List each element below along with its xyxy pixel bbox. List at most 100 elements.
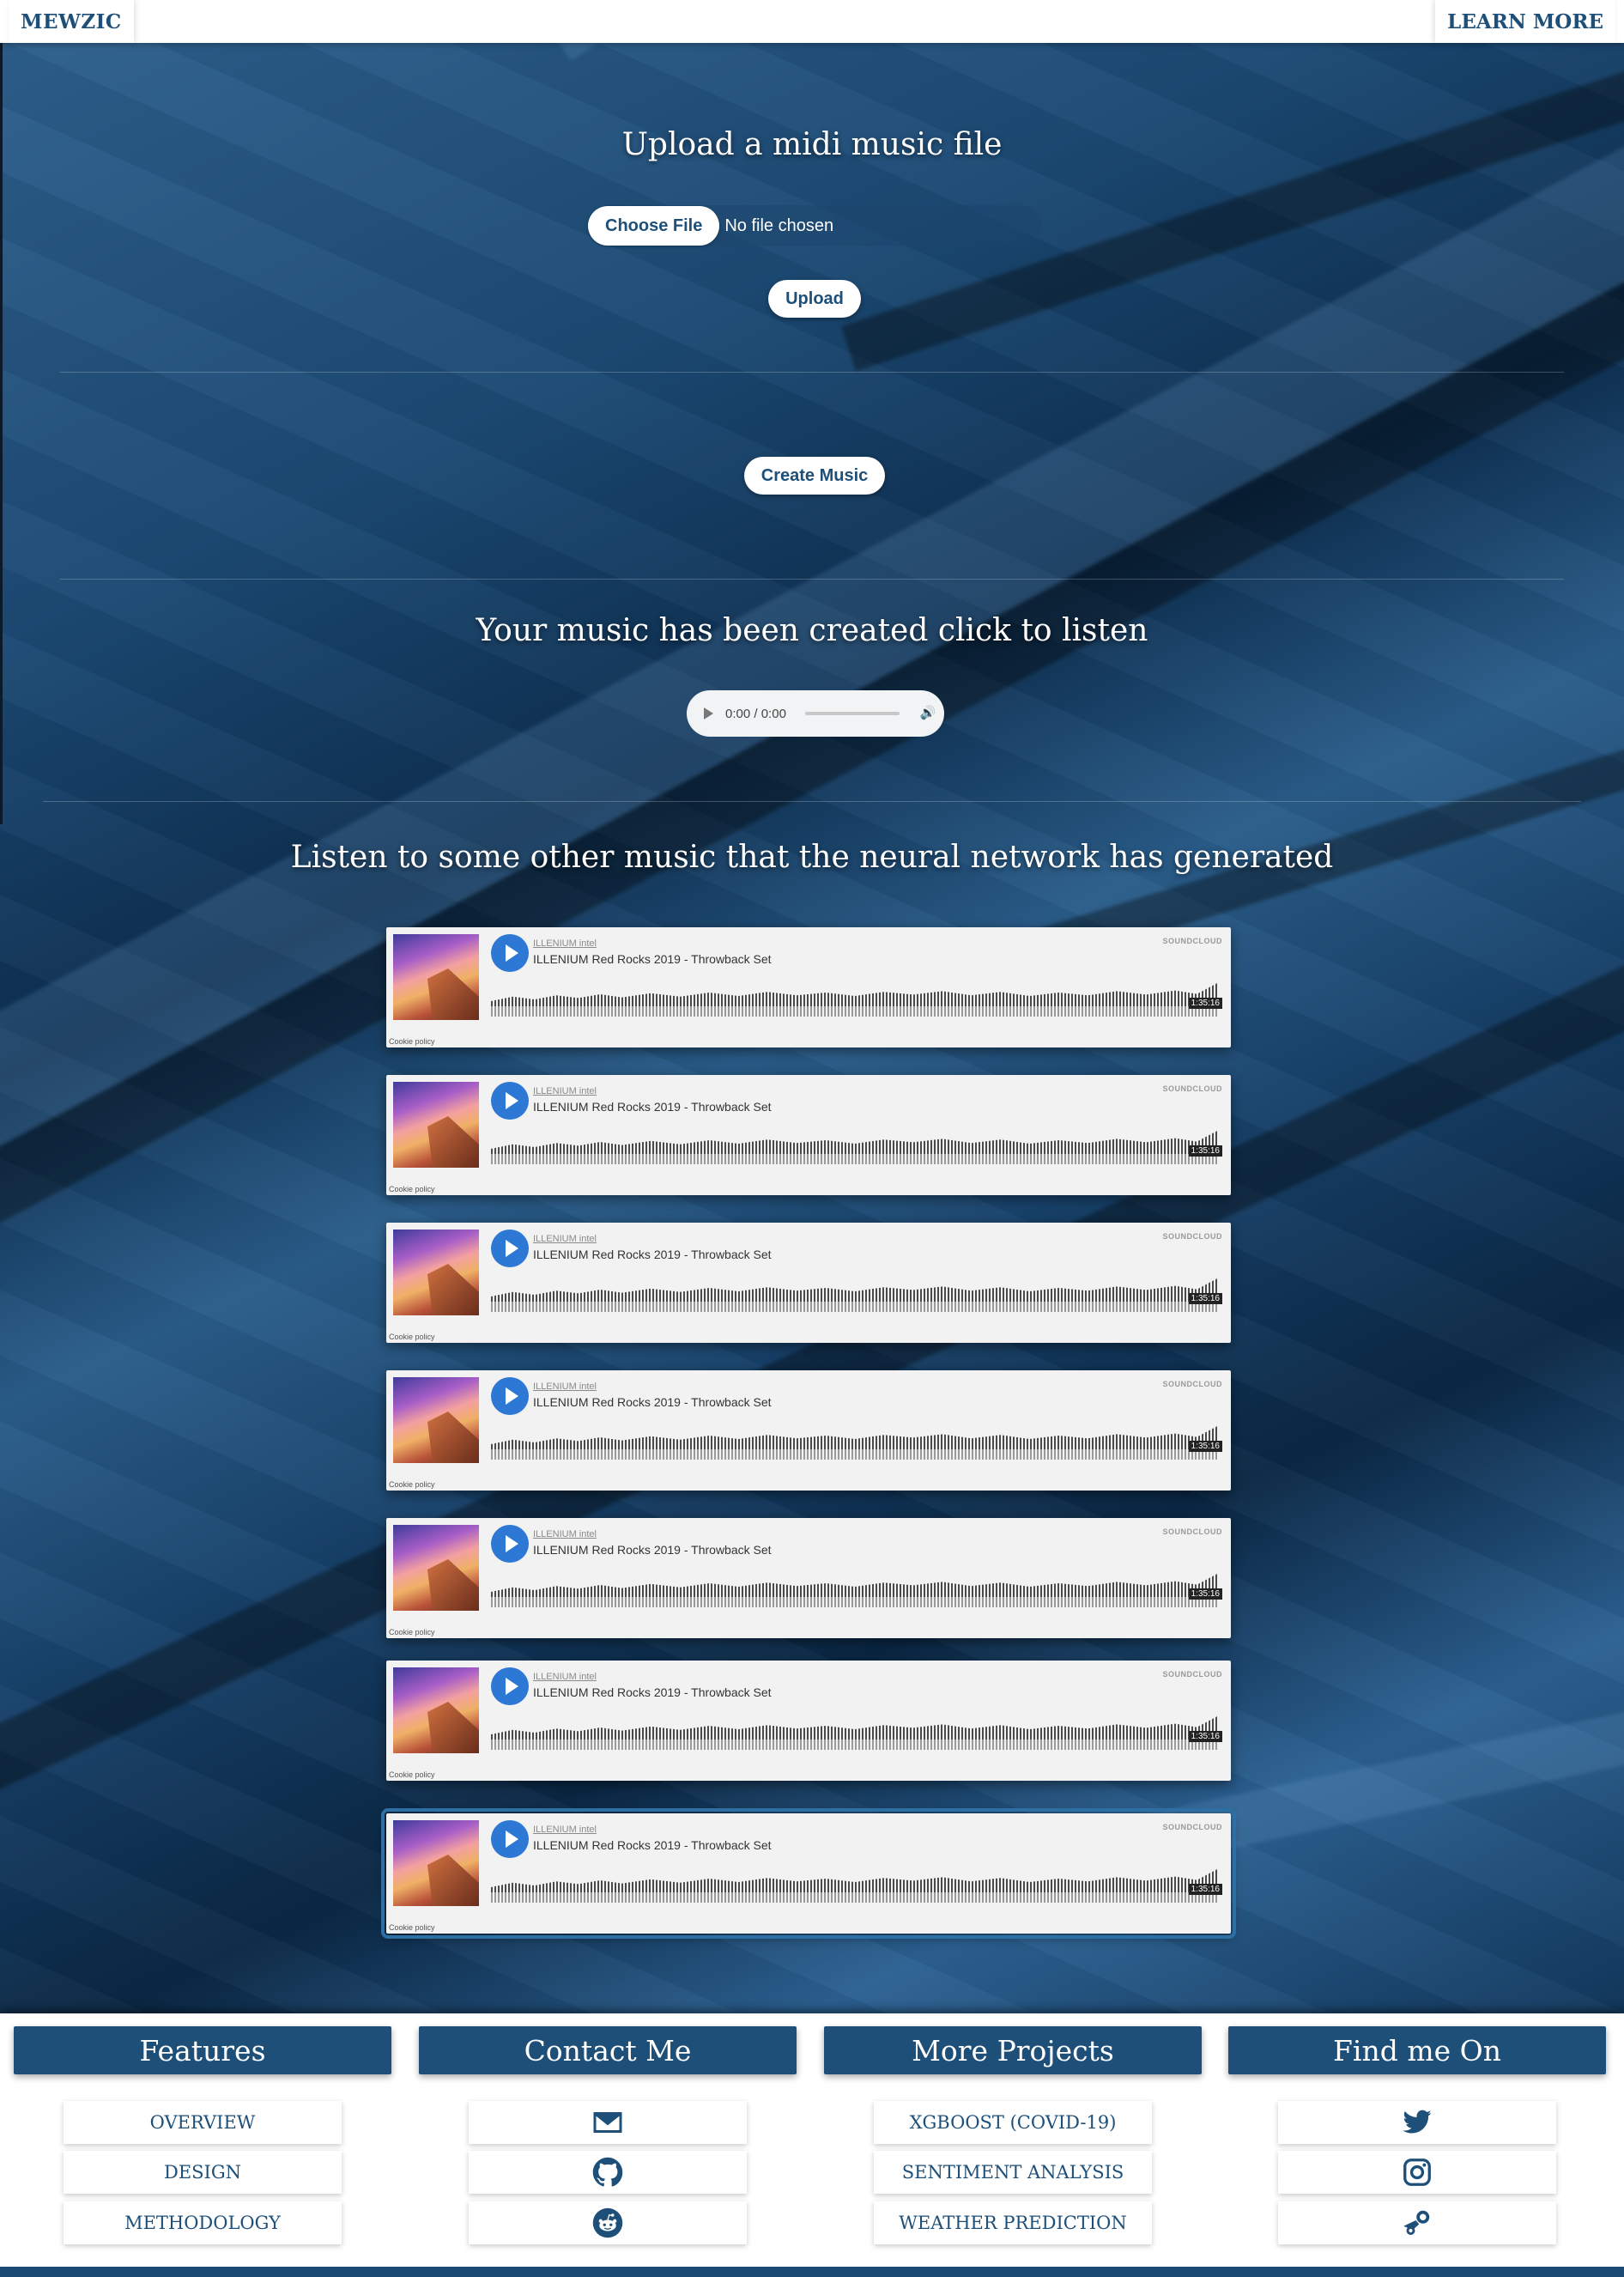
contact-heading: Contact Me <box>419 2026 797 2074</box>
social-steam[interactable] <box>1278 2201 1556 2244</box>
play-button[interactable] <box>491 1230 529 1267</box>
waveform[interactable] <box>491 982 1219 1017</box>
cookie-policy-link[interactable]: Cookie policy <box>389 1480 435 1489</box>
section-divider <box>60 372 1564 373</box>
track-title[interactable]: ILLENIUM Red Rocks 2019 - Throwback Set <box>533 1685 772 1699</box>
upload-heading: Upload a midi music file <box>621 127 1003 162</box>
contact-reddit[interactable] <box>469 2201 747 2244</box>
file-input[interactable]: Choose File No file chosen <box>587 205 1042 246</box>
track-artist-link[interactable]: ILLENIUM intel <box>533 1234 597 1244</box>
track-artist-link[interactable]: ILLENIUM intel <box>533 1825 597 1835</box>
soundcloud-logo[interactable]: SOUNDCLOUD <box>1163 1823 1223 1831</box>
track-title[interactable]: ILLENIUM Red Rocks 2019 - Throwback Set <box>533 1100 772 1114</box>
track-artist-link[interactable]: ILLENIUM intel <box>533 1086 597 1096</box>
soundcloud-logo[interactable]: SOUNDCLOUD <box>1163 1232 1223 1241</box>
soundcloud-logo[interactable]: SOUNDCLOUD <box>1163 937 1223 945</box>
track-artwork[interactable] <box>393 1082 479 1168</box>
soundcloud-player[interactable]: ILLENIUM intel ILLENIUM Red Rocks 2019 - … <box>386 1661 1231 1781</box>
track-artwork[interactable] <box>393 1820 479 1906</box>
waveform[interactable] <box>491 1573 1219 1607</box>
cookie-policy-link[interactable]: Cookie policy <box>389 1923 435 1932</box>
upload-button[interactable]: Upload <box>768 280 861 318</box>
brand-logo[interactable]: MEWZIC <box>9 0 134 43</box>
track-title[interactable]: ILLENIUM Red Rocks 2019 - Throwback Set <box>533 952 772 966</box>
track-artwork[interactable] <box>393 934 479 1020</box>
footer-link-overview[interactable]: OVERVIEW <box>64 2101 342 2144</box>
play-button[interactable] <box>491 1377 529 1415</box>
soundcloud-logo[interactable]: SOUNDCLOUD <box>1163 1084 1223 1093</box>
volume-icon[interactable]: 🔊 <box>920 707 936 720</box>
waveform[interactable] <box>491 1715 1219 1750</box>
twitter-icon <box>1403 2110 1432 2134</box>
cookie-policy-link[interactable]: Cookie policy <box>389 1037 435 1046</box>
soundcloud-player[interactable]: ILLENIUM intel ILLENIUM Red Rocks 2019 - … <box>386 1223 1231 1343</box>
waveform[interactable] <box>491 1425 1219 1460</box>
play-icon[interactable] <box>704 707 713 720</box>
features-heading: Features <box>14 2026 391 2074</box>
track-duration: 1:35:16 <box>1188 1588 1222 1600</box>
waveform[interactable] <box>491 1868 1219 1903</box>
track-duration: 1:35:16 <box>1188 1884 1222 1895</box>
contact-email[interactable] <box>469 2101 747 2144</box>
track-duration: 1:35:16 <box>1188 1731 1222 1742</box>
track-artwork[interactable] <box>393 1667 479 1753</box>
track-duration: 1:35:16 <box>1188 1293 1222 1304</box>
soundcloud-player[interactable]: ILLENIUM intel ILLENIUM Red Rocks 2019 - … <box>386 1518 1231 1638</box>
play-button[interactable] <box>491 934 529 972</box>
cookie-policy-link[interactable]: Cookie policy <box>389 1770 435 1779</box>
track-artist-link[interactable]: ILLENIUM intel <box>533 1672 597 1682</box>
soundcloud-player[interactable]: ILLENIUM intel ILLENIUM Red Rocks 2019 - … <box>381 1808 1236 1939</box>
soundcloud-logo[interactable]: SOUNDCLOUD <box>1163 1670 1223 1679</box>
track-artwork[interactable] <box>393 1525 479 1611</box>
section-divider <box>43 801 1581 802</box>
play-button[interactable] <box>491 1667 529 1705</box>
play-button[interactable] <box>491 1820 529 1858</box>
track-duration: 1:35:16 <box>1188 998 1222 1009</box>
footer-link-design[interactable]: DESIGN <box>64 2151 342 2194</box>
track-duration: 1:35:16 <box>1188 1441 1222 1452</box>
choose-file-button[interactable]: Choose File <box>588 206 720 246</box>
social-heading: Find me On <box>1228 2026 1606 2074</box>
track-artist-link[interactable]: ILLENIUM intel <box>533 938 597 949</box>
track-artwork[interactable] <box>393 1230 479 1315</box>
footer-link-weather-prediction[interactable]: WEATHER PREDICTION <box>874 2201 1152 2244</box>
soundcloud-logo[interactable]: SOUNDCLOUD <box>1163 1380 1223 1388</box>
track-title[interactable]: ILLENIUM Red Rocks 2019 - Throwback Set <box>533 1543 772 1557</box>
duration: 0:00 <box>760 706 786 721</box>
github-icon <box>592 2157 623 2187</box>
section-divider <box>60 579 1564 580</box>
track-artist-link[interactable]: ILLENIUM intel <box>533 1381 597 1392</box>
current-time: 0:00 <box>725 706 751 721</box>
track-duration: 1:35:16 <box>1188 1145 1222 1157</box>
soundcloud-logo[interactable]: SOUNDCLOUD <box>1163 1527 1223 1536</box>
create-music-button[interactable]: Create Music <box>744 457 885 495</box>
track-title[interactable]: ILLENIUM Red Rocks 2019 - Throwback Set <box>533 1838 772 1852</box>
seek-slider[interactable] <box>804 712 900 715</box>
cookie-policy-link[interactable]: Cookie policy <box>389 1333 435 1341</box>
contact-github[interactable] <box>469 2151 747 2194</box>
footer-link-xgboost[interactable]: XGBOOST (COVID-19) <box>874 2101 1152 2144</box>
waveform[interactable] <box>491 1278 1219 1312</box>
learn-more-link[interactable]: LEARN MORE <box>1435 0 1615 43</box>
social-twitter[interactable] <box>1278 2101 1556 2144</box>
waveform[interactable] <box>491 1130 1219 1164</box>
play-button[interactable] <box>491 1525 529 1563</box>
audio-time: 0:00 / 0:00 <box>725 706 786 721</box>
footer-link-methodology[interactable]: METHODOLOGY <box>64 2201 342 2244</box>
social-instagram[interactable] <box>1278 2151 1556 2194</box>
gallery-heading: Listen to some other music that the neur… <box>290 840 1334 875</box>
track-artwork[interactable] <box>393 1377 479 1463</box>
play-button[interactable] <box>491 1082 529 1120</box>
track-artist-link[interactable]: ILLENIUM intel <box>533 1529 597 1539</box>
soundcloud-player[interactable]: ILLENIUM intel ILLENIUM Red Rocks 2019 - … <box>386 1075 1231 1195</box>
envelope-icon <box>593 2112 622 2133</box>
track-title[interactable]: ILLENIUM Red Rocks 2019 - Throwback Set <box>533 1248 772 1261</box>
instagram-icon <box>1403 2159 1431 2186</box>
track-title[interactable]: ILLENIUM Red Rocks 2019 - Throwback Set <box>533 1395 772 1409</box>
audio-player[interactable]: 0:00 / 0:00 🔊 <box>687 690 944 737</box>
footer-link-sentiment-analysis[interactable]: SENTIMENT ANALYSIS <box>874 2151 1152 2194</box>
soundcloud-player[interactable]: ILLENIUM intel ILLENIUM Red Rocks 2019 - … <box>386 927 1231 1047</box>
soundcloud-player[interactable]: ILLENIUM intel ILLENIUM Red Rocks 2019 - … <box>386 1370 1231 1491</box>
cookie-policy-link[interactable]: Cookie policy <box>389 1628 435 1636</box>
cookie-policy-link[interactable]: Cookie policy <box>389 1185 435 1193</box>
